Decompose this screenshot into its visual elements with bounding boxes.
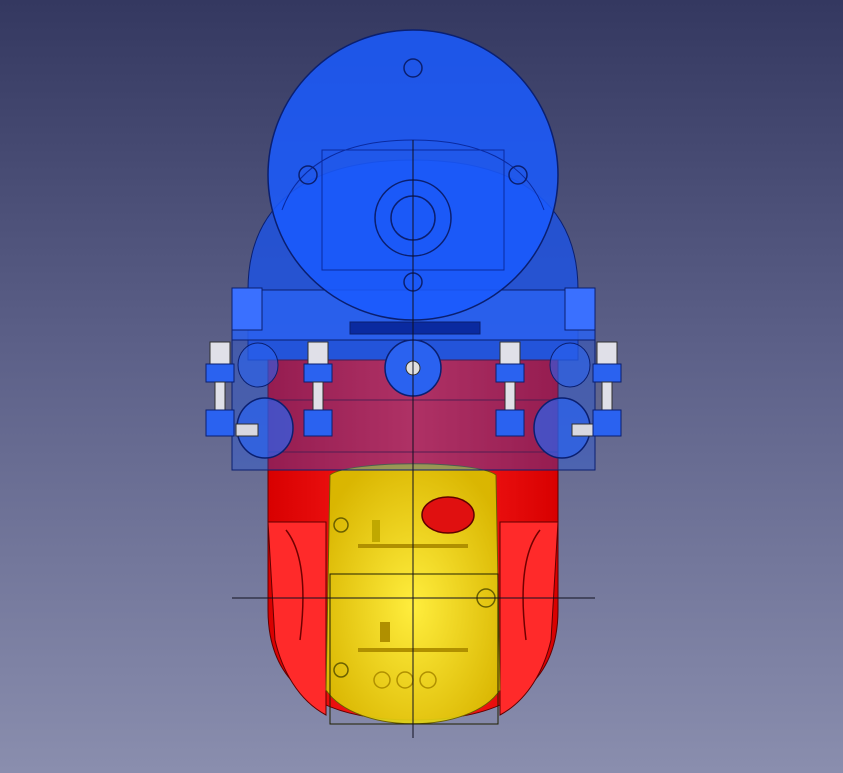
left-pin bbox=[235, 423, 259, 437]
model-scene[interactable] bbox=[0, 0, 843, 773]
screw-post bbox=[592, 341, 622, 437]
sphere-tab bbox=[380, 622, 390, 642]
left-upper-ring bbox=[237, 342, 279, 388]
center-bracket bbox=[349, 321, 481, 335]
right-flange bbox=[564, 287, 596, 331]
screw-post bbox=[205, 341, 235, 437]
3d-viewport[interactable] bbox=[0, 0, 843, 773]
right-pin bbox=[571, 423, 595, 437]
sphere-tab bbox=[372, 520, 380, 542]
right-upper-ring bbox=[549, 342, 591, 388]
red-port-opening bbox=[421, 496, 475, 534]
left-flange bbox=[231, 287, 263, 331]
